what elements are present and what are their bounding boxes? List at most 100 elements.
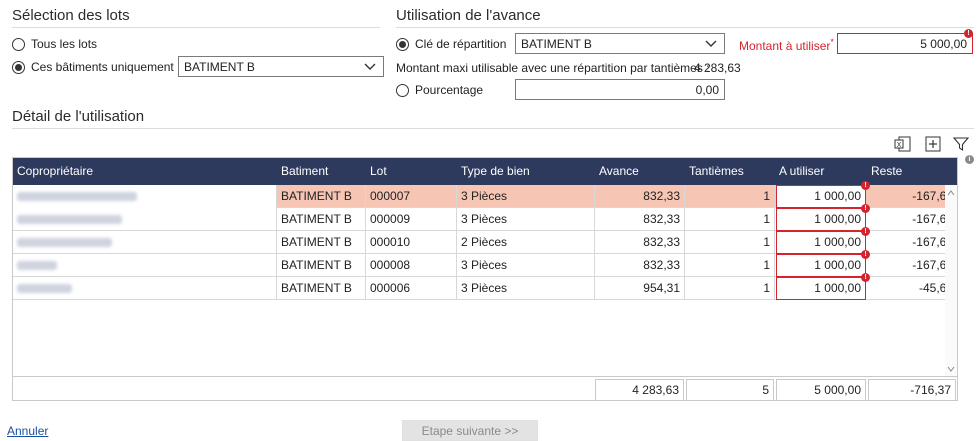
chevron-down-icon bbox=[364, 63, 376, 70]
cell-batiment: BATIMENT B bbox=[277, 254, 366, 277]
cell-utiliser-input[interactable]: 1 000,00 bbox=[776, 208, 866, 231]
cell-type: 3 Pièces bbox=[457, 277, 595, 300]
radio-some-buildings-circle[interactable] bbox=[12, 61, 25, 74]
cell-avance: 832,33 bbox=[595, 208, 685, 231]
detail-section-title: Détail de l'utilisation bbox=[12, 108, 145, 125]
cell-owner-redacted bbox=[13, 231, 277, 254]
info-icon[interactable]: i bbox=[965, 155, 974, 164]
cell-reste: -167,67 bbox=[912, 212, 953, 226]
radio-key-label: Clé de répartition bbox=[415, 37, 507, 51]
cell-utiliser-input[interactable]: 1 000,00 bbox=[776, 231, 866, 254]
chevron-down-icon bbox=[705, 40, 717, 47]
table-row[interactable]: BATIMENT B 000010 2 Pièces 832,33 1 1 00… bbox=[13, 227, 957, 254]
detail-divider bbox=[12, 128, 974, 129]
cell-avance: 954,31 bbox=[595, 277, 685, 300]
cell-utiliser-input[interactable]: 1 000,00 bbox=[776, 254, 866, 277]
cancel-link[interactable]: Annuler bbox=[7, 424, 48, 438]
table-scrollbar[interactable] bbox=[945, 185, 957, 378]
cell-avance: 832,33 bbox=[595, 231, 685, 254]
cell-tantiemes: 1 bbox=[685, 254, 775, 277]
amount-label-text: Montant à utiliser bbox=[739, 39, 831, 53]
radio-key-circle[interactable] bbox=[396, 38, 409, 51]
radio-some-buildings[interactable]: Ces bâtiments uniquement bbox=[12, 60, 174, 76]
lots-divider bbox=[12, 27, 380, 28]
cell-batiment: BATIMENT B bbox=[277, 208, 366, 231]
cell-owner-redacted bbox=[13, 277, 277, 300]
table-row[interactable]: BATIMENT B 000009 3 Pièces 832,33 1 1 00… bbox=[13, 204, 957, 231]
total-avance: 4 283,63 bbox=[595, 379, 684, 401]
cell-lot: 000006 bbox=[366, 277, 457, 300]
radio-all-lots[interactable]: Tous les lots bbox=[12, 37, 132, 53]
total-tantiemes: 5 bbox=[686, 379, 774, 401]
table-row[interactable]: BATIMENT B 000008 3 Pièces 832,33 1 1 00… bbox=[13, 250, 957, 277]
col-type[interactable]: Type de bien bbox=[457, 158, 595, 185]
scroll-up-icon[interactable] bbox=[946, 189, 956, 197]
cell-tantiemes: 1 bbox=[685, 231, 775, 254]
cell-lot: 000009 bbox=[366, 208, 457, 231]
add-icon[interactable] bbox=[924, 135, 942, 153]
building-select[interactable]: BATIMENT B bbox=[178, 56, 384, 77]
cell-owner-redacted bbox=[13, 254, 277, 277]
radio-key[interactable]: Clé de répartition bbox=[396, 37, 514, 53]
col-lot[interactable]: Lot bbox=[366, 158, 457, 185]
cell-reste: -167,67 bbox=[912, 258, 953, 272]
col-tantiemes[interactable]: Tantièmes bbox=[685, 158, 775, 185]
cell-lot: 000010 bbox=[366, 231, 457, 254]
cell-type: 3 Pièces bbox=[457, 185, 595, 208]
radio-percentage-label: Pourcentage bbox=[415, 83, 484, 97]
percentage-input[interactable]: 0,00 bbox=[515, 79, 725, 100]
cell-avance: 832,33 bbox=[595, 185, 685, 208]
redacted-name bbox=[17, 215, 122, 225]
cell-batiment: BATIMENT B bbox=[277, 231, 366, 254]
max-amount-value: 4 283,63 bbox=[694, 61, 741, 75]
cell-tantiemes: 1 bbox=[685, 185, 775, 208]
table-header: Copropriétaire Batiment Lot Type de bien… bbox=[13, 158, 957, 185]
cell-type: 3 Pièces bbox=[457, 254, 595, 277]
redacted-name bbox=[17, 238, 112, 248]
cell-type: 2 Pièces bbox=[457, 231, 595, 254]
col-batiment[interactable]: Batiment bbox=[277, 158, 366, 185]
cell-tantiemes: 1 bbox=[685, 208, 775, 231]
excel-export-icon[interactable]: X bbox=[894, 135, 912, 153]
cell-utiliser-input[interactable]: 1 000,00 bbox=[776, 185, 866, 208]
cell-avance: 832,33 bbox=[595, 254, 685, 277]
cell-reste: -45,69 bbox=[918, 281, 953, 295]
key-select[interactable]: BATIMENT B bbox=[515, 33, 725, 54]
cell-batiment: BATIMENT B bbox=[277, 277, 366, 300]
key-select-value: BATIMENT B bbox=[521, 37, 592, 51]
avance-section-title: Utilisation de l'avance bbox=[396, 7, 541, 24]
max-amount-text: Montant maxi utilisable avec une réparti… bbox=[396, 61, 710, 75]
radio-all-lots-label: Tous les lots bbox=[31, 37, 98, 51]
filter-icon[interactable] bbox=[952, 135, 970, 153]
amount-input[interactable]: 5 000,00 bbox=[837, 33, 973, 54]
amount-label: Montant à utiliser* bbox=[739, 37, 834, 53]
redacted-name bbox=[17, 192, 137, 202]
building-select-value: BATIMENT B bbox=[184, 60, 255, 74]
cell-lot: 000007 bbox=[366, 185, 457, 208]
col-reste[interactable]: Reste bbox=[867, 158, 957, 185]
cell-owner-redacted bbox=[13, 208, 277, 231]
redacted-name bbox=[17, 284, 72, 294]
redacted-name bbox=[17, 261, 57, 271]
cell-utiliser-input[interactable]: 1 000,00 bbox=[776, 277, 866, 300]
col-coproprietaire[interactable]: Copropriétaire bbox=[13, 158, 277, 185]
cell-tantiemes: 1 bbox=[685, 277, 775, 300]
cell-batiment: BATIMENT B bbox=[277, 185, 366, 208]
totals-divider bbox=[13, 376, 957, 377]
radio-percentage-circle[interactable] bbox=[396, 84, 409, 97]
cell-owner-redacted bbox=[13, 185, 277, 208]
radio-percentage[interactable]: Pourcentage bbox=[396, 83, 496, 99]
table-row[interactable]: BATIMENT B 000007 3 Pièces 832,33 1 1 00… bbox=[13, 181, 957, 208]
cell-lot: 000008 bbox=[366, 254, 457, 277]
next-step-button[interactable]: Etape suivante >> bbox=[402, 420, 538, 441]
col-avance[interactable]: Avance bbox=[595, 158, 685, 185]
total-utiliser: 5 000,00 bbox=[776, 379, 866, 401]
table-row[interactable]: BATIMENT B 000006 3 Pièces 954,31 1 1 00… bbox=[13, 273, 957, 300]
lots-section-title: Sélection des lots bbox=[12, 7, 130, 24]
col-utiliser[interactable]: A utiliser bbox=[775, 158, 867, 185]
scroll-down-icon[interactable] bbox=[946, 365, 956, 373]
radio-all-lots-circle[interactable] bbox=[12, 38, 25, 51]
svg-text:X: X bbox=[897, 141, 902, 149]
required-marker: * bbox=[830, 37, 834, 47]
detail-table: Copropriétaire Batiment Lot Type de bien… bbox=[12, 157, 958, 401]
